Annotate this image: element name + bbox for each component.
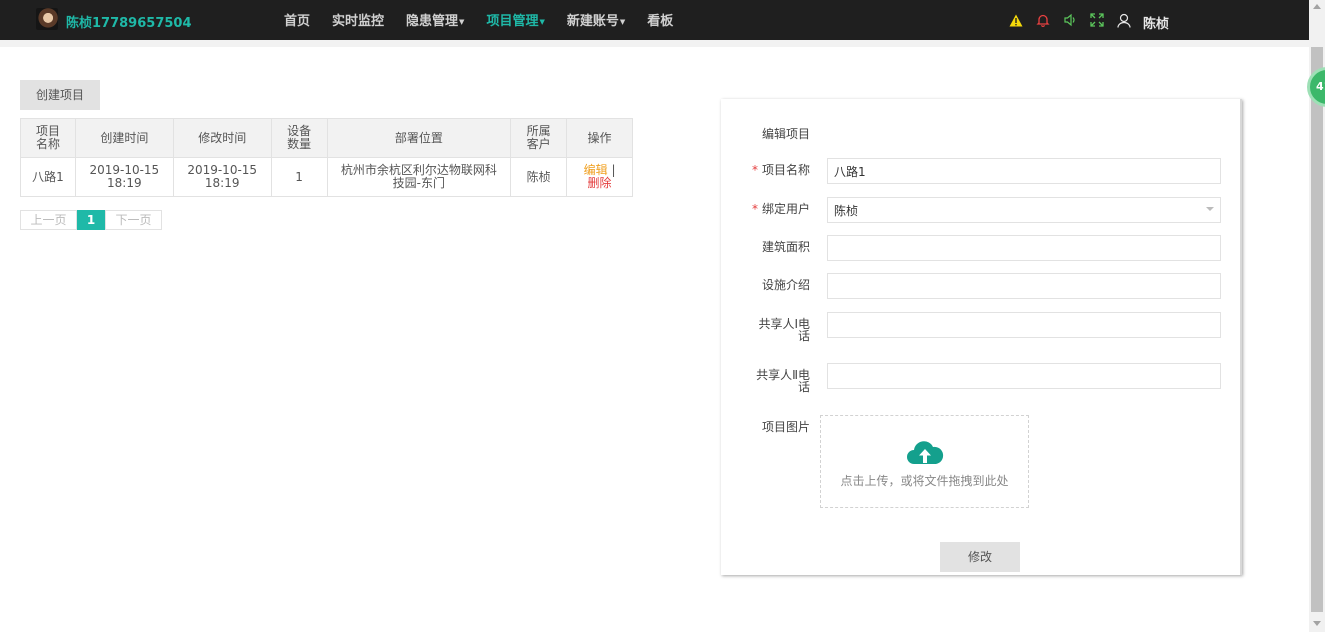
cell-actions: 编辑 | 删除 [566, 157, 633, 197]
nav-home[interactable]: 首页 [284, 10, 310, 29]
building-area-label: 建筑面积 [761, 240, 810, 254]
column-header-modified-time: 修改时间 [172, 118, 272, 158]
column-header-created-time: 创建时间 [74, 118, 174, 158]
table-row: 八路1 2019-10-15 18:19 2019-10-15 18:19 1 杭州… [20, 157, 633, 197]
chevron-down-icon[interactable] [1206, 207, 1214, 211]
main-nav: 首页 实时监控 隐患管理▼ 项目管理▼ 新建账号▼ 看板 [284, 10, 695, 29]
cell-device-count: 1 [270, 157, 328, 197]
sharer2-phone-input[interactable] [827, 363, 1221, 389]
brand-account[interactable]: 陈桢17789657504 [66, 12, 192, 31]
cell-project-name: 八路1 [20, 157, 76, 197]
action-separator: | [611, 163, 616, 177]
header-username[interactable]: 陈桢 [1143, 13, 1169, 32]
sharer1-phone-input[interactable] [827, 312, 1221, 338]
caret-down-icon: ▼ [539, 17, 545, 26]
user-icon[interactable] [1116, 12, 1132, 28]
scroll-up-arrow-icon[interactable] [1313, 4, 1321, 9]
subheader-strip [0, 40, 1309, 47]
table-header-row: 项目 名称 创建时间 修改时间 设备 数量 部署位置 所属 客户 操作 [20, 118, 633, 158]
top-navbar: 陈桢17789657504 首页 实时监控 隐患管理▼ 项目管理▼ 新建账号▼ … [0, 0, 1309, 40]
nav-hazard-management[interactable]: 隐患管理▼ [406, 10, 464, 29]
edit-link[interactable]: 编辑 [584, 163, 608, 177]
project-image-label: 项目图片 [761, 420, 810, 434]
column-header-device-count: 设备 数量 [270, 118, 328, 158]
nav-dashboard[interactable]: 看板 [647, 10, 673, 29]
sharer1-phone-label: 共享人Ⅰ电话 [758, 317, 810, 343]
facility-intro-input[interactable] [827, 273, 1221, 299]
create-project-button[interactable]: 创建项目 [20, 80, 100, 110]
cell-location: 杭州市余杭区利尔达物联网科 技园-东门 [326, 157, 512, 197]
nav-realtime-monitor[interactable]: 实时监控 [332, 10, 384, 29]
caret-down-icon: ▼ [619, 17, 626, 26]
next-page-button[interactable]: 下一页 [105, 210, 162, 230]
nav-project-management[interactable]: 项目管理▼ [486, 10, 544, 29]
sharer2-phone-label: 共享人Ⅱ电话 [756, 368, 810, 394]
cloud-upload-icon[interactable] [905, 437, 945, 467]
column-header-location: 部署位置 [326, 118, 512, 158]
project-table: 项目 名称 创建时间 修改时间 设备 数量 部署位置 所属 客户 操作 八路1 201… [20, 118, 633, 197]
prev-page-button[interactable]: 上一页 [20, 210, 77, 230]
volume-icon[interactable] [1062, 12, 1078, 28]
project-name-label: * 项目名称 [751, 163, 810, 177]
caret-down-icon: ▼ [459, 17, 465, 26]
fullscreen-icon[interactable] [1089, 12, 1105, 28]
building-area-input[interactable] [827, 235, 1221, 261]
delete-link[interactable]: 删除 [588, 176, 612, 190]
bind-user-select[interactable] [827, 197, 1221, 223]
column-header-project-name: 项目 名称 [20, 118, 76, 158]
column-header-customer: 所属 客户 [510, 118, 568, 158]
warning-icon[interactable] [1008, 12, 1024, 28]
nav-new-account[interactable]: 新建账号▼ [567, 10, 625, 29]
pagination: 上一页 1 下一页 [20, 210, 162, 230]
column-header-actions: 操作 [566, 118, 633, 158]
facility-intro-label: 设施介绍 [761, 278, 810, 292]
scrollbar-thumb[interactable] [1311, 47, 1323, 612]
current-page-button[interactable]: 1 [77, 210, 105, 230]
cell-customer: 陈桢 [510, 157, 568, 197]
upload-hint-text: 点击上传，或将文件拖拽到此处 [840, 474, 1009, 488]
submit-modify-button[interactable]: 修改 [940, 542, 1020, 572]
header-tools [1008, 12, 1143, 28]
project-name-input[interactable] [827, 158, 1221, 184]
bell-icon[interactable] [1035, 12, 1051, 28]
avatar[interactable] [36, 8, 58, 30]
bind-user-label: * 绑定用户 [751, 202, 810, 216]
scroll-down-arrow-icon[interactable] [1313, 621, 1321, 626]
cell-created-time: 2019-10-15 18:19 [74, 157, 174, 197]
cell-modified-time: 2019-10-15 18:19 [172, 157, 272, 197]
form-title: 编辑项目 [762, 127, 811, 141]
